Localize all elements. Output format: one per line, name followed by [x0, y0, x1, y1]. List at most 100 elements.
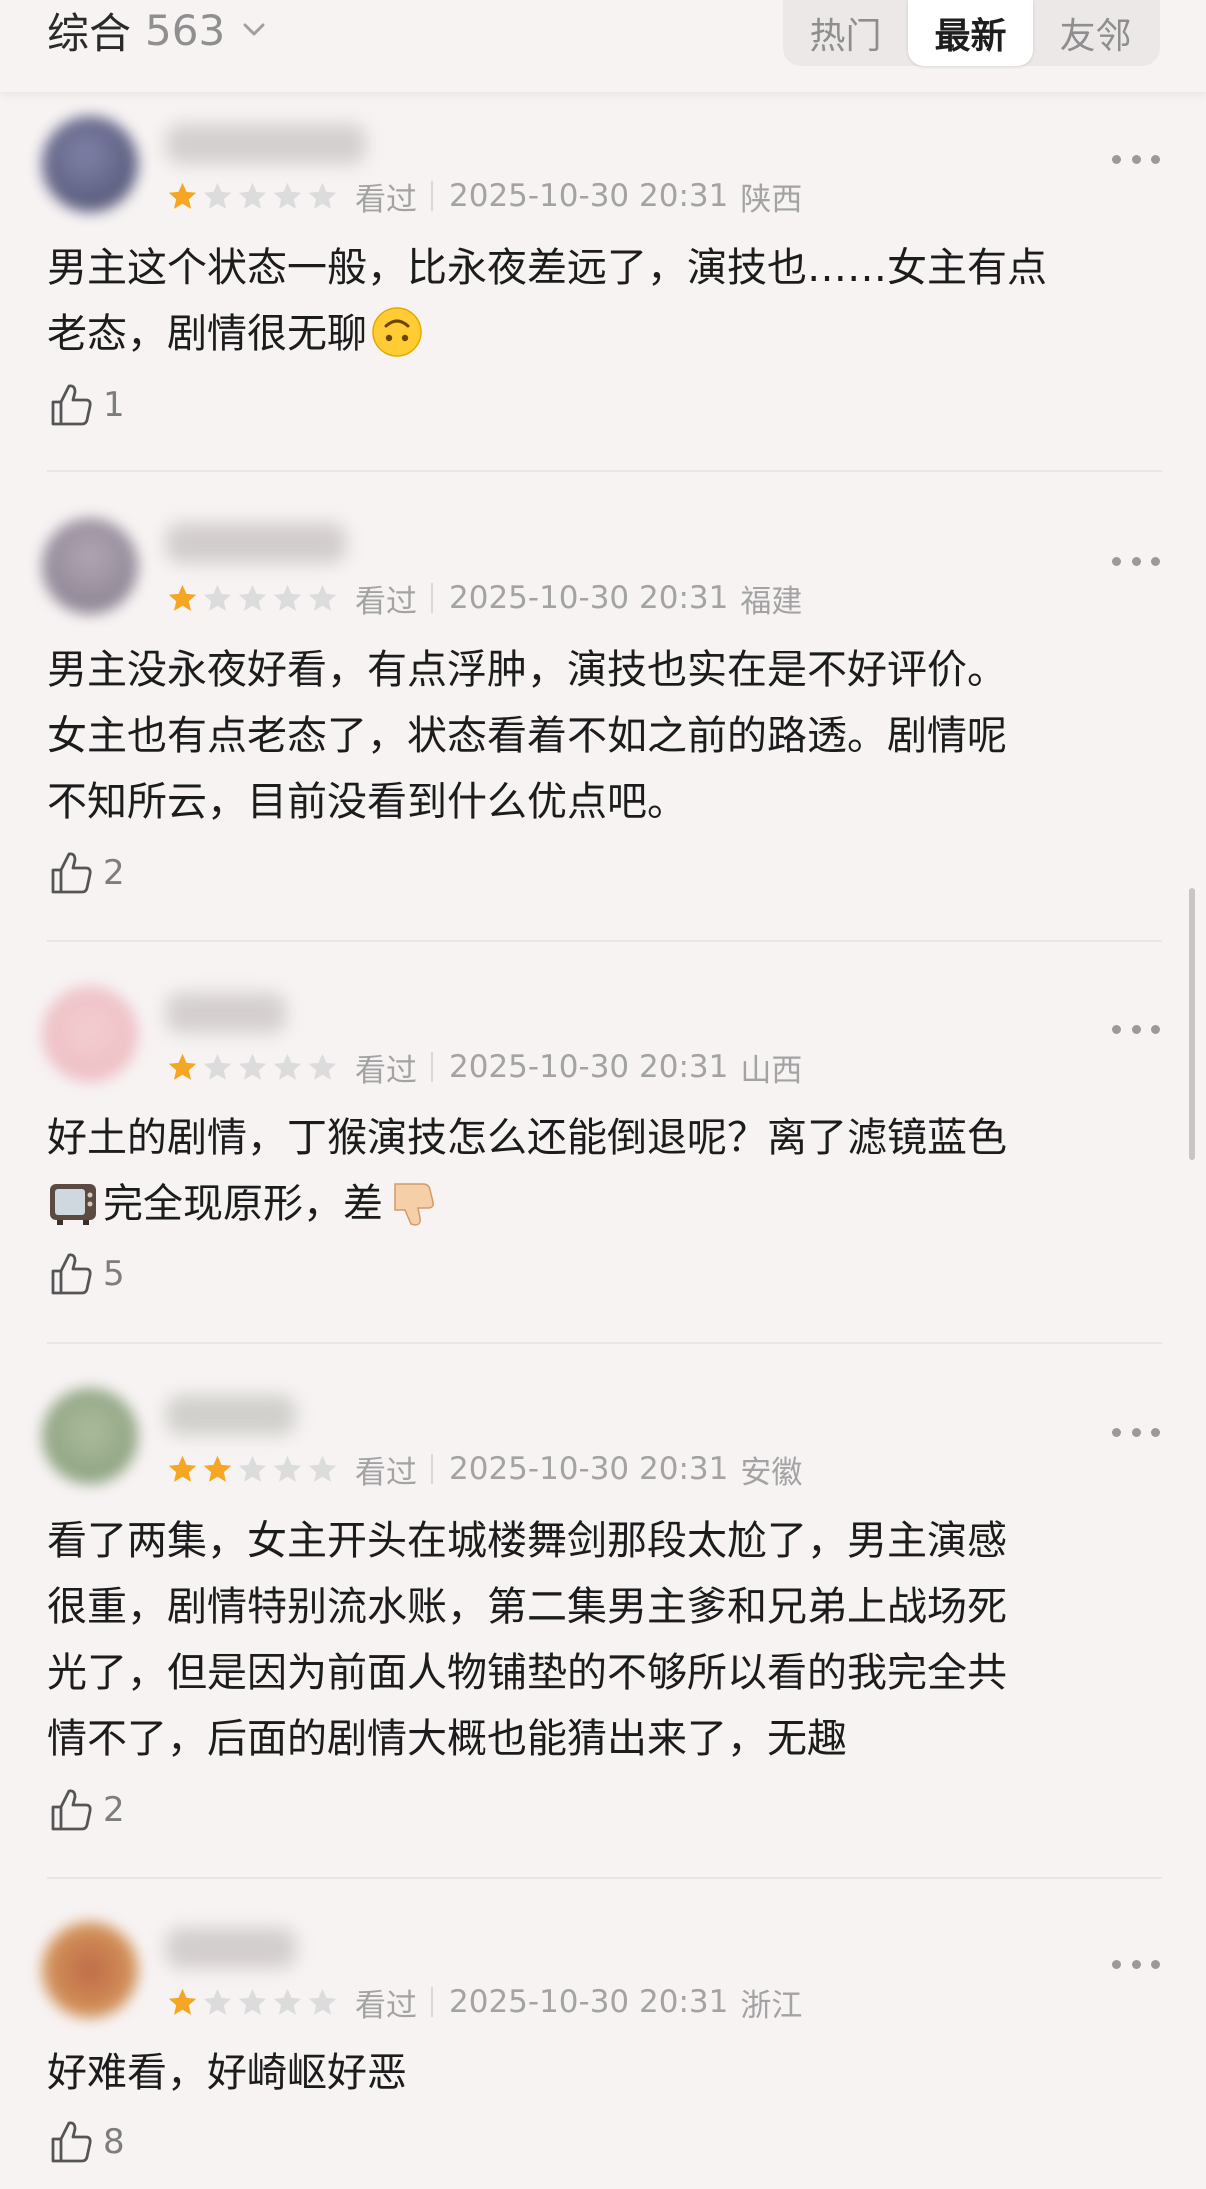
more-button[interactable] [1112, 554, 1160, 568]
divider [47, 1342, 1162, 1344]
comment-text: 好难看，好崎岖好恶 [47, 2040, 1162, 2106]
like-count: 5 [103, 1254, 125, 1294]
comment-text: 看了两集，女主开头在城楼舞剑那段太尬了，男主演感 很重，剧情特别流水账，第二集男… [47, 1508, 1162, 1772]
comment-datetime: 2025-10-30 20:31 [449, 1049, 729, 1085]
rating-stars [166, 180, 339, 213]
tab-hot[interactable]: 热门 [783, 0, 908, 66]
star-icon [203, 1455, 232, 1482]
avatar[interactable] [42, 518, 138, 614]
comment-meta: 看过 2025-10-30 20:31 安徽 [166, 1449, 802, 1491]
comment-line: 好土的剧情，丁猴演技怎么还能倒退呢？离了滤镜蓝色 [47, 1115, 1007, 1161]
star-outline-icon [308, 1988, 337, 2015]
thumbs-up-icon [51, 384, 92, 426]
comment-line: 男主这个状态一般，比永夜差远了，演技也……女主有点 [47, 245, 1047, 291]
comment-line: 不知所云，目前没看到什么优点吧。 [47, 779, 687, 825]
star-outline-icon [203, 584, 232, 611]
scrollbar[interactable] [1189, 888, 1195, 1160]
username[interactable] [166, 1395, 296, 1435]
star-outline-icon [238, 1455, 267, 1482]
rating-stars [166, 1453, 339, 1486]
header-bar: 综合 563 热门 最新 友邻 [0, 0, 1206, 92]
username[interactable] [166, 124, 366, 164]
sort-tabs: 热门 最新 友邻 [783, 0, 1160, 66]
thumbs-up-icon [51, 1253, 92, 1295]
like-count: 1 [103, 385, 125, 425]
username[interactable] [166, 993, 286, 1033]
comment-meta: 看过 2025-10-30 20:31 陕西 [166, 176, 803, 218]
comment-line: 男主没永夜好看，有点浮肿，演技也实在是不好评价。 [47, 647, 1007, 693]
comment-line-text: 老态，剧情很无聊 [47, 311, 367, 357]
star-outline-icon [238, 182, 267, 209]
comment-region: 福建 [740, 583, 803, 620]
comment-count: 563 [145, 5, 226, 55]
avatar[interactable] [42, 1922, 138, 2018]
star-outline-icon [238, 1053, 267, 1080]
star-outline-icon [273, 1053, 302, 1080]
like-button[interactable]: 1 [47, 377, 125, 433]
star-icon [168, 182, 197, 209]
star-outline-icon [308, 584, 337, 611]
comment-line-text: 完全现原形，差 [103, 1181, 383, 1227]
tab-latest[interactable]: 最新 [908, 0, 1033, 66]
star-outline-icon [308, 1455, 337, 1482]
star-outline-icon [273, 182, 302, 209]
star-outline-icon [203, 1053, 232, 1080]
more-button[interactable] [1112, 1957, 1160, 1971]
like-count: 8 [103, 2122, 125, 2162]
avatar[interactable] [42, 1388, 138, 1484]
comment-region: 浙江 [740, 1987, 803, 2024]
thumbs-down-icon [394, 1183, 434, 1226]
rating-stars [166, 1051, 339, 1084]
comment-datetime: 2025-10-30 20:31 [449, 178, 729, 214]
comment-datetime: 2025-10-30 20:31 [449, 1984, 729, 2020]
star-outline-icon [273, 1455, 302, 1482]
star-outline-icon [203, 182, 232, 209]
thumbs-up-icon [51, 1789, 92, 1831]
upside-down-face-icon [372, 307, 422, 357]
like-button[interactable]: 5 [47, 1246, 125, 1302]
comment-meta: 看过 2025-10-30 20:31 浙江 [166, 1982, 803, 2024]
star-outline-icon [238, 584, 267, 611]
chevron-down-icon [243, 23, 265, 36]
more-button[interactable] [1112, 1425, 1160, 1439]
like-count: 2 [103, 1790, 125, 1830]
comment-line: 看了两集，女主开头在城楼舞剑那段太尬了，男主演感 [47, 1518, 1007, 1564]
more-button[interactable] [1112, 152, 1160, 166]
star-outline-icon [273, 584, 302, 611]
divider [47, 1877, 1162, 1879]
star-outline-icon [238, 1988, 267, 2015]
tv-icon [50, 1184, 96, 1225]
comment-datetime: 2025-10-30 20:31 [449, 580, 729, 616]
star-outline-icon [203, 1988, 232, 2015]
comment-line: 完全现原形，差 [47, 1171, 1162, 1237]
star-outline-icon [308, 182, 337, 209]
comment-line: 很重，剧情特别流水账，第二集男主爹和兄弟上战场死 [47, 1584, 1007, 1630]
comment-datetime: 2025-10-30 20:31 [449, 1451, 729, 1487]
username[interactable] [166, 523, 346, 563]
comment-text: 男主这个状态一般，比永夜差远了，演技也……女主有点 老态，剧情很无聊 [47, 235, 1162, 367]
username[interactable] [166, 1928, 296, 1968]
comment-line: 好难看，好崎岖好恶 [47, 2050, 407, 2096]
like-button[interactable]: 8 [47, 2114, 125, 2170]
divider [47, 940, 1162, 942]
comment-line: 光了，但是因为前面人物铺垫的不够所以看的我完全共 [47, 1650, 1007, 1696]
comment-meta: 看过 2025-10-30 20:31 山西 [166, 1047, 802, 1089]
star-icon [168, 1053, 197, 1080]
sort-dropdown[interactable]: 综合 563 [47, 0, 269, 60]
more-button[interactable] [1112, 1022, 1160, 1036]
avatar[interactable] [42, 116, 138, 212]
tab-friends[interactable]: 友邻 [1033, 0, 1158, 66]
like-button[interactable]: 2 [47, 1782, 125, 1838]
comment-region: 陕西 [740, 181, 803, 218]
watch-status: 看过 [355, 1987, 417, 2024]
thumbs-up-icon [51, 2121, 92, 2163]
star-outline-icon [308, 1053, 337, 1080]
like-button[interactable]: 2 [47, 845, 125, 901]
star-icon [168, 1988, 197, 2015]
comment-line: 情不了，后面的剧情大概也能猜出来了，无趣 [47, 1716, 847, 1762]
star-icon [168, 584, 197, 611]
comment-text: 好土的剧情，丁猴演技怎么还能倒退呢？离了滤镜蓝色 完全现原形，差 [47, 1105, 1162, 1237]
watch-status: 看过 [355, 1454, 417, 1491]
star-icon [168, 1455, 197, 1482]
avatar[interactable] [42, 986, 138, 1082]
